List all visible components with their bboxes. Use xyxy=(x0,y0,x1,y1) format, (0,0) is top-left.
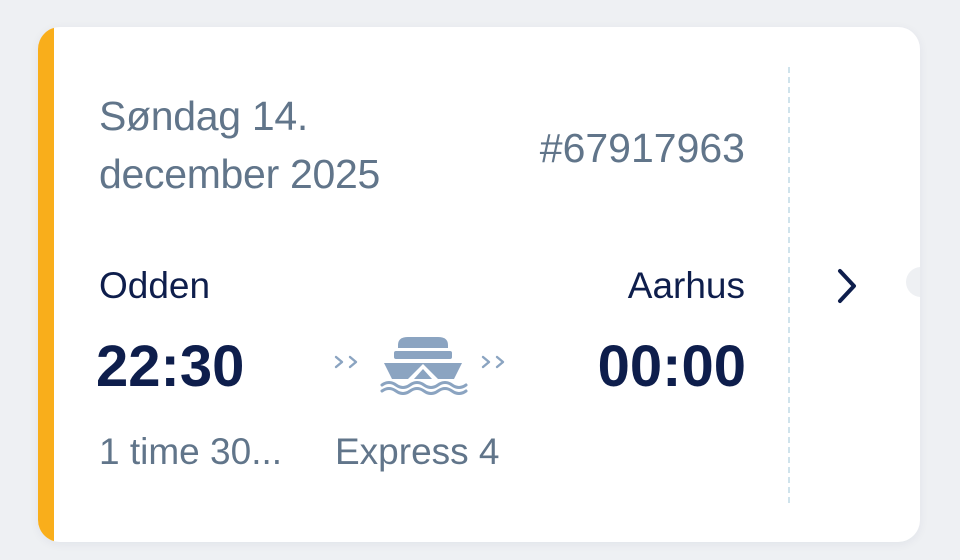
double-chevron-right-icon xyxy=(334,355,358,369)
ferry-icon xyxy=(380,337,468,395)
double-chevron-right-icon xyxy=(481,355,505,369)
arrival-time: 00:00 xyxy=(597,334,746,399)
destination-city: Aarhus xyxy=(627,265,745,306)
origin-city: Odden xyxy=(99,265,211,306)
card-accent-bar xyxy=(38,27,54,542)
trip-card[interactable]: Søndag 14. december 2025 #67917963 Odden… xyxy=(38,27,920,542)
trip-date: Søndag 14. december 2025 xyxy=(99,93,381,197)
booking-number: #67917963 xyxy=(539,125,745,171)
vessel-name: Express 4 xyxy=(335,431,500,472)
chevron-right-icon[interactable] xyxy=(831,264,863,308)
ticket-divider xyxy=(788,67,790,503)
ticket-notch xyxy=(906,267,920,297)
trip-duration: 1 time 30... xyxy=(99,431,283,472)
departure-time: 22:30 xyxy=(96,334,245,399)
